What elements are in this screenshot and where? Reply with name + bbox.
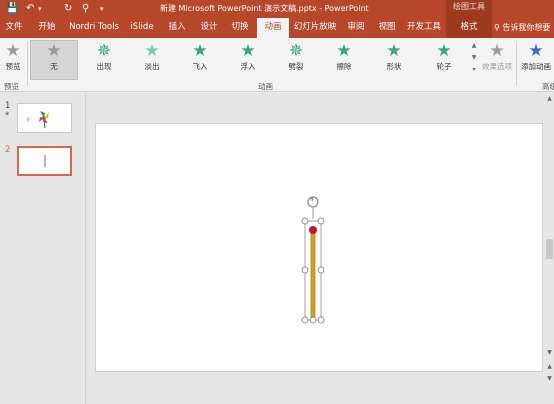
- tab-nordri-tools[interactable]: Nordri Tools: [66, 18, 122, 38]
- effect-options-icon: ★: [489, 41, 505, 61]
- slide-number: 2: [5, 145, 11, 155]
- next-slide-icon[interactable]: ▼: [545, 375, 554, 382]
- add-animation-label: 添加动画: [521, 62, 551, 71]
- animation-label: 出现: [96, 62, 112, 71]
- animations-ribbon: ★ 预览 预览 ★ 无 ✵ 出现 ★ 淡出 ★ 飞入 ★ 浮入 ✵ 劈裂 ★ 擦…: [0, 38, 554, 92]
- prev-slide-icon[interactable]: ▲: [545, 363, 554, 370]
- pinwheel-thumbnail: r: [27, 111, 49, 129]
- separator: [27, 42, 28, 86]
- redo-icon[interactable]: ↻: [64, 2, 72, 16]
- gallery-up-icon[interactable]: ▲: [470, 42, 478, 49]
- tab-review[interactable]: 审阅: [343, 18, 369, 38]
- preview-button[interactable]: ★ 预览: [2, 40, 24, 78]
- matchstick-head: [309, 226, 317, 234]
- tab-slideshow[interactable]: 幻灯片放映: [293, 18, 337, 38]
- undo-icon[interactable]: ↶: [26, 2, 34, 16]
- animation-label: 无: [50, 62, 58, 71]
- gallery-down-icon[interactable]: ▼: [470, 54, 478, 61]
- slide-shapes: [301, 196, 325, 324]
- slide-number: 1: [5, 101, 11, 111]
- vertical-scrollbar[interactable]: ▲ ▼ ▲ ▼: [545, 93, 554, 404]
- advanced-group-label: 高级: [542, 82, 554, 91]
- slide-thumbnail-2[interactable]: [17, 146, 72, 176]
- animation-label: 形状: [386, 62, 402, 71]
- lightbulb-icon: ⚲: [494, 23, 500, 32]
- tab-file[interactable]: 文件: [0, 18, 28, 38]
- tab-format[interactable]: 格式: [446, 18, 492, 38]
- tab-animations[interactable]: 动画: [257, 18, 289, 38]
- animation-label: 浮入: [240, 62, 256, 71]
- window-title: 新建 Microsoft PowerPoint 演示文稿.pptx - Powe…: [160, 4, 369, 13]
- tell-me-text: 告诉我你想要: [502, 23, 551, 32]
- animation-shape[interactable]: ★ 形状: [370, 40, 418, 78]
- tab-islide[interactable]: iSlide: [126, 18, 158, 38]
- context-group-label: 绘图工具: [446, 0, 492, 18]
- customize-icon[interactable]: ▾: [100, 2, 104, 16]
- animation-label: 淡出: [144, 62, 160, 71]
- tab-design[interactable]: 设计: [196, 18, 222, 38]
- slide-canvas[interactable]: [95, 123, 543, 372]
- scroll-up-icon[interactable]: ▲: [545, 95, 554, 102]
- animation-wheel[interactable]: ★ 轮子: [420, 40, 468, 78]
- star-icon: ★: [192, 41, 208, 61]
- slide-thumbnail-pane: 1 * r 2: [0, 93, 86, 404]
- animation-label: 飞入: [192, 62, 208, 71]
- tell-me-box[interactable]: ⚲ 告诉我你想要: [494, 18, 554, 38]
- ribbon-tabs: 文件 开始 Nordri Tools iSlide 插入 设计 切换 动画 幻灯…: [0, 18, 554, 38]
- tab-home[interactable]: 开始: [32, 18, 62, 38]
- svg-text:r: r: [27, 116, 30, 124]
- star-icon: ★: [386, 41, 402, 61]
- star-icon: ★: [436, 41, 452, 61]
- separator: [516, 42, 517, 86]
- save-icon[interactable]: 💾: [6, 2, 18, 16]
- tab-view[interactable]: 视图: [374, 18, 400, 38]
- animation-group-label: 动画: [258, 82, 273, 91]
- animation-float-in[interactable]: ★ 浮入: [226, 40, 270, 78]
- scrollbar-thumb[interactable]: [546, 239, 553, 259]
- tab-developer[interactable]: 开发工具: [405, 18, 443, 38]
- add-animation-icon: ★: [528, 41, 544, 61]
- effect-options-label: 效果选项: [482, 62, 512, 71]
- preview-star-icon: ★: [5, 41, 21, 61]
- animation-split[interactable]: ✵ 劈裂: [274, 40, 318, 78]
- title-bar: 💾 ↶ ▾ ↻ ⚲ ▾ 新建 Microsoft PowerPoint 演示文稿…: [0, 0, 554, 18]
- tab-insert[interactable]: 插入: [164, 18, 190, 38]
- star-icon: ★: [240, 41, 256, 61]
- tab-transitions[interactable]: 切换: [227, 18, 253, 38]
- add-animation-button[interactable]: ★ 添加动画: [518, 40, 554, 78]
- animation-label: 擦除: [336, 62, 352, 71]
- slide-thumbnail-1[interactable]: r: [17, 103, 72, 133]
- matchstick: [310, 228, 316, 318]
- animation-label: 轮子: [436, 62, 452, 71]
- slide-thumbnail-content: [44, 155, 46, 167]
- slide-animation-marker: *: [5, 111, 10, 121]
- star-icon: ✵: [96, 41, 112, 61]
- rotate-handle[interactable]: [307, 196, 319, 219]
- star-icon: ★: [144, 41, 160, 61]
- animation-wipe[interactable]: ★ 擦除: [322, 40, 366, 78]
- animation-none[interactable]: ★ 无: [30, 40, 78, 78]
- undo-dropdown-icon[interactable]: ▾: [38, 2, 42, 16]
- animation-fly-in[interactable]: ★ 飞入: [178, 40, 222, 78]
- animation-appear[interactable]: ✵ 出现: [82, 40, 126, 78]
- preview-icon[interactable]: ⚲: [82, 2, 89, 16]
- gallery-more-icon[interactable]: ▾: [470, 66, 478, 73]
- effect-options-button[interactable]: ★ 效果选项: [480, 40, 514, 78]
- star-icon: ✵: [288, 41, 304, 61]
- star-icon: ★: [46, 41, 62, 61]
- preview-label: 预览: [5, 62, 21, 71]
- animation-label: 劈裂: [288, 62, 304, 71]
- animation-fade[interactable]: ★ 淡出: [130, 40, 174, 78]
- scroll-down-icon[interactable]: ▼: [545, 349, 554, 356]
- preview-group-label: 预览: [4, 82, 19, 91]
- star-icon: ★: [336, 41, 352, 61]
